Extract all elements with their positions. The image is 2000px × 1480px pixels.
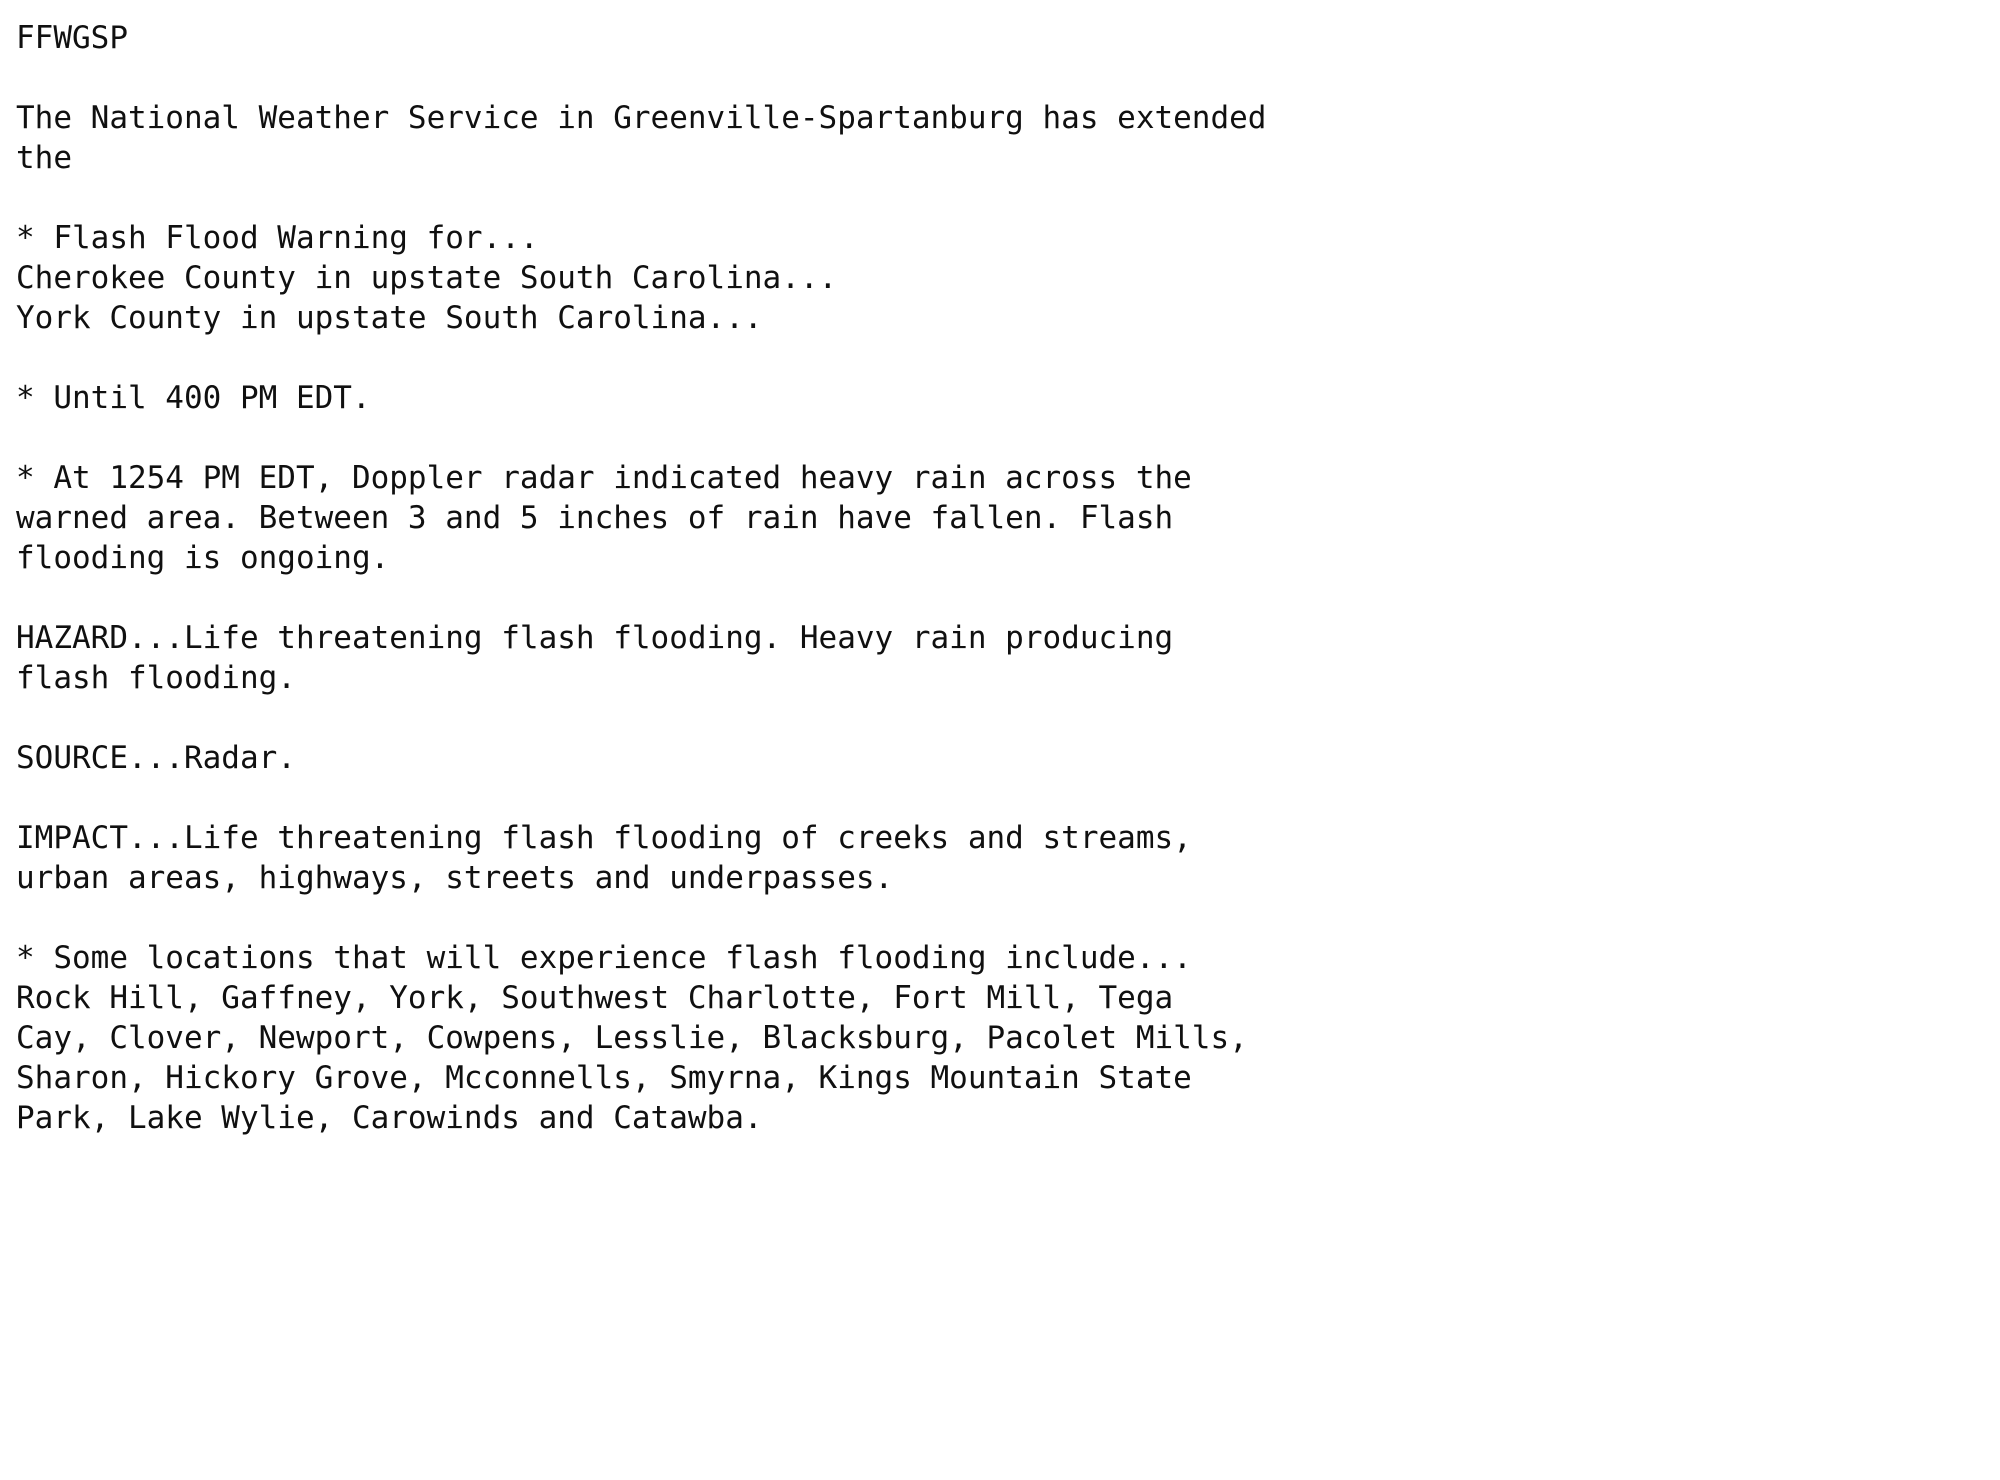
warned-area-line-2: York County in upstate South Carolina... xyxy=(16,300,763,336)
impact-line-1: IMPACT...Life threatening flash flooding… xyxy=(16,820,1192,856)
discussion-line-2: warned area. Between 3 and 5 inches of r… xyxy=(16,500,1174,536)
weather-bulletin-document: FFWGSP The National Weather Service in G… xyxy=(0,0,2000,1138)
locations-line-4: Park, Lake Wylie, Carowinds and Catawba. xyxy=(16,1100,763,1136)
source-line-1: SOURCE...Radar. xyxy=(16,740,296,776)
locations-header: * Some locations that will experience fl… xyxy=(16,940,1192,976)
discussion-line-3: flooding is ongoing. xyxy=(16,540,390,576)
warned-area-line-1: Cherokee County in upstate South Carolin… xyxy=(16,260,838,296)
warning-header: * Flash Flood Warning for... xyxy=(16,220,539,256)
issuing-office-line-1: The National Weather Service in Greenvil… xyxy=(16,100,1267,136)
discussion-line-1: * At 1254 PM EDT, Doppler radar indicate… xyxy=(16,460,1192,496)
impact-line-2: urban areas, highways, streets and under… xyxy=(16,860,894,896)
locations-line-1: Rock Hill, Gaffney, York, Southwest Char… xyxy=(16,980,1174,1016)
product-identifier: FFWGSP xyxy=(16,20,128,56)
issuing-office-line-2: the xyxy=(16,140,72,176)
expiration-time: * Until 400 PM EDT. xyxy=(16,380,371,416)
locations-line-2: Cay, Clover, Newport, Cowpens, Lesslie, … xyxy=(16,1020,1248,1056)
hazard-line-2: flash flooding. xyxy=(16,660,296,696)
locations-line-3: Sharon, Hickory Grove, Mcconnells, Smyrn… xyxy=(16,1060,1192,1096)
hazard-line-1: HAZARD...Life threatening flash flooding… xyxy=(16,620,1174,656)
